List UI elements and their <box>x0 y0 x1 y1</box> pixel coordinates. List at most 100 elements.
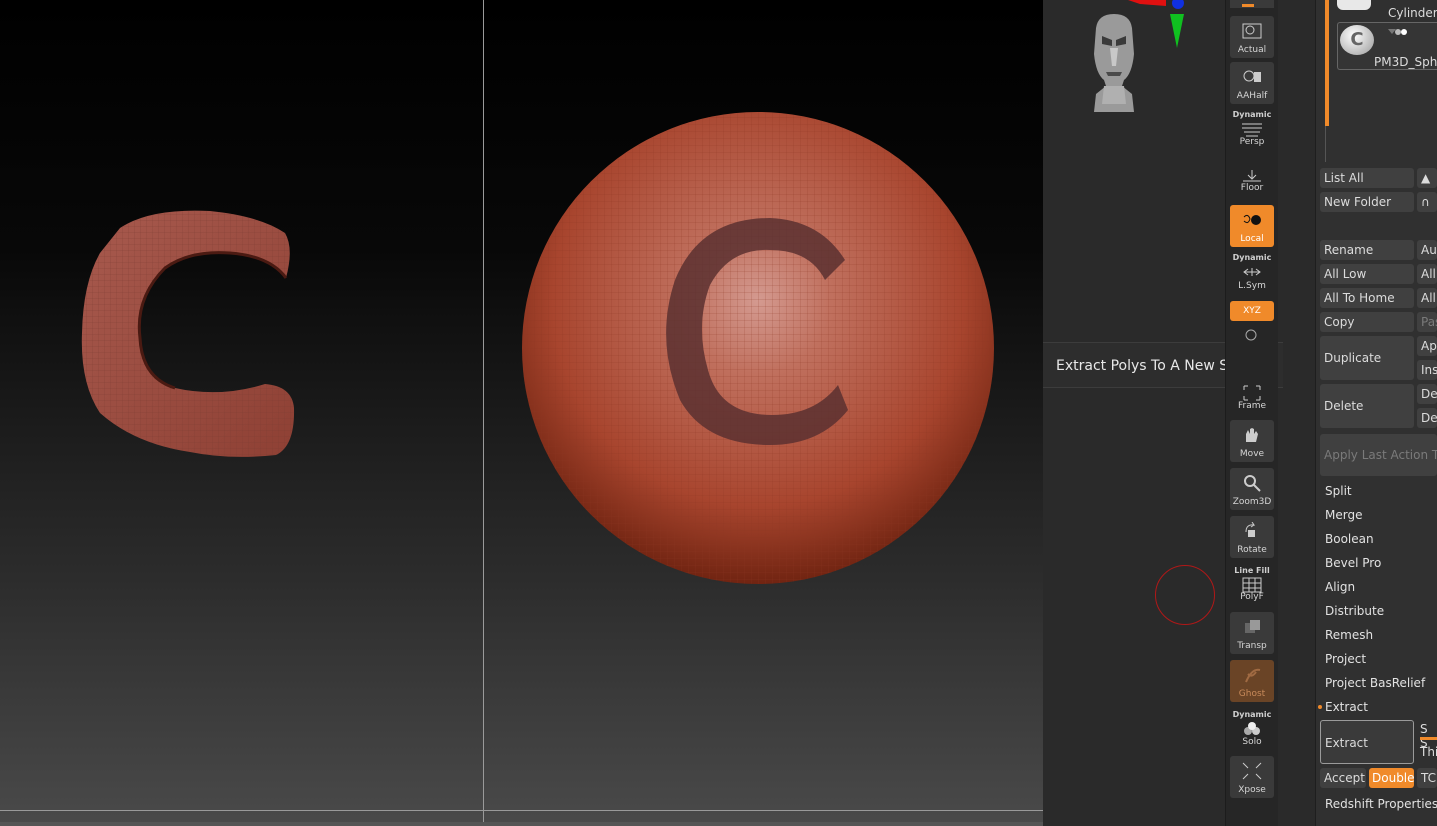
frame-icon <box>1243 385 1261 401</box>
polyf-button[interactable]: PolyF <box>1230 563 1274 605</box>
paste-button[interactable]: Pas <box>1417 312 1437 332</box>
apply-last-action-button[interactable]: Apply Last Action To <box>1320 434 1437 476</box>
rotate-axis-icon[interactable] <box>1244 328 1258 342</box>
append-button[interactable]: App <box>1417 336 1437 356</box>
xpose-button[interactable]: Xpose <box>1230 756 1274 798</box>
ghost-icon <box>1245 668 1261 683</box>
subtool-name-cylinder[interactable]: Cylinder3 <box>1388 6 1437 20</box>
panel-divider <box>1325 126 1326 162</box>
subtool-arrow-icon <box>1388 29 1396 34</box>
actual-icon <box>1242 23 1262 39</box>
persp-icon <box>1242 123 1262 137</box>
rename-button[interactable]: Rename <box>1320 240 1414 260</box>
lsym-label: L.Sym <box>1238 281 1266 291</box>
all-high-button[interactable]: All <box>1417 264 1437 284</box>
extract-button[interactable]: Extract <box>1320 720 1414 764</box>
zoom3d-icon <box>1244 475 1261 492</box>
zoom3d-button[interactable]: Zoom3D <box>1230 468 1274 510</box>
local-button[interactable]: Local <box>1230 205 1274 247</box>
solo-button[interactable]: Solo <box>1230 708 1274 750</box>
duplicate-button[interactable]: Duplicate <box>1320 336 1414 380</box>
center-divider-line <box>483 0 484 822</box>
up-arrow-icon: ▲ <box>1421 171 1431 185</box>
shelf-top-slider[interactable] <box>1230 0 1274 8</box>
subtool-list: Cylinder3 C PM3D_Sphe <box>1337 0 1437 70</box>
boolean-section[interactable]: Boolean <box>1320 528 1374 550</box>
persp-button[interactable]: Persp <box>1230 108 1274 150</box>
canvas-viewport[interactable] <box>0 0 1043 826</box>
all-to-home-button[interactable]: All To Home <box>1320 288 1414 308</box>
move-button[interactable]: Move <box>1230 420 1274 462</box>
all-to-target-button[interactable]: All <box>1417 288 1437 308</box>
accept-button[interactable]: Accept <box>1320 768 1366 788</box>
all-low-button[interactable]: All Low <box>1320 264 1414 284</box>
extract-section[interactable]: Extract <box>1320 696 1368 718</box>
floor-button[interactable]: Floor <box>1230 154 1274 196</box>
right-shelf: Actual AAHalf Dynamic Persp Floor Local … <box>1225 0 1288 826</box>
list-up-button[interactable]: ▲ <box>1417 168 1437 188</box>
frame-button[interactable]: Frame <box>1230 378 1274 414</box>
subtool-name-sphere: PM3D_Sphe <box>1374 55 1437 69</box>
folder-toggle-button[interactable]: ∩ <box>1417 192 1437 212</box>
list-all-button[interactable]: List All <box>1320 168 1414 188</box>
extracted-c-mesh[interactable] <box>80 208 300 460</box>
polyf-label: PolyF <box>1240 592 1264 602</box>
ghost-button[interactable]: Ghost <box>1230 660 1274 702</box>
move-hand-icon <box>1246 428 1258 442</box>
bevel-pro-section[interactable]: Bevel Pro <box>1320 552 1381 574</box>
align-section[interactable]: Align <box>1320 576 1355 598</box>
aahalf-button[interactable]: AAHalf <box>1230 62 1274 104</box>
actual-label: Actual <box>1237 45 1267 55</box>
remesh-section[interactable]: Remesh <box>1320 624 1373 646</box>
brush-cursor <box>1155 565 1215 625</box>
aahalf-icon <box>1243 70 1261 82</box>
viewport-bottom-strip <box>0 822 1043 826</box>
merge-section[interactable]: Merge <box>1320 504 1362 526</box>
xpose-label: Xpose <box>1238 785 1266 795</box>
navigation-area <box>1043 0 1225 826</box>
local-icon <box>1243 214 1261 225</box>
axis-gizmo-icon[interactable] <box>1126 0 1196 54</box>
double-toggle[interactable]: Double <box>1369 768 1414 788</box>
actual-button[interactable]: Actual <box>1230 16 1274 58</box>
delete-button[interactable]: Delete <box>1320 384 1414 428</box>
smooth-slider-fill[interactable] <box>1420 737 1437 740</box>
rotate-button[interactable]: Rotate <box>1230 516 1274 558</box>
rotate-icon <box>1245 522 1256 537</box>
distribute-section[interactable]: Distribute <box>1320 600 1384 622</box>
transp-button[interactable]: Transp <box>1230 612 1274 654</box>
auto-reorder-button[interactable]: Aut <box>1417 240 1437 260</box>
sphere-mesh[interactable] <box>520 110 996 586</box>
frame-label: Frame <box>1237 401 1267 411</box>
tcorner-toggle[interactable]: TC <box>1417 768 1437 788</box>
redshift-properties-section[interactable]: Redshift Properties <box>1320 793 1437 815</box>
ghost-label: Ghost <box>1238 689 1266 699</box>
xyz-button[interactable]: XYZ <box>1230 301 1274 321</box>
transp-icon <box>1245 620 1260 633</box>
subtool-thumb-cylinder[interactable] <box>1337 0 1371 10</box>
panel-gutter <box>1283 0 1315 826</box>
project-section[interactable]: Project <box>1320 648 1366 670</box>
rotate-label: Rotate <box>1237 545 1267 555</box>
floor-label: Floor <box>1240 183 1264 193</box>
subtool-scroll-indicator[interactable] <box>1325 0 1329 126</box>
new-folder-button[interactable]: New Folder <box>1320 192 1414 212</box>
delete-all-button[interactable]: De <box>1417 408 1437 428</box>
lsym-button[interactable]: L.Sym <box>1230 252 1274 294</box>
split-section[interactable]: Split <box>1320 480 1352 502</box>
copy-button[interactable]: Copy <box>1320 312 1414 332</box>
move-label: Move <box>1239 449 1265 459</box>
project-basrelief-section[interactable]: Project BasRelief <box>1320 672 1425 694</box>
folder-icon: ∩ <box>1421 195 1430 209</box>
persp-label: Persp <box>1239 137 1265 147</box>
solo-label: Solo <box>1242 737 1262 747</box>
floor-line <box>0 810 1043 811</box>
shelf-slider-fill <box>1242 4 1254 7</box>
thickness-slider-label[interactable]: Thi <box>1420 745 1437 759</box>
transp-label: Transp <box>1237 641 1267 651</box>
xpose-icon <box>1242 762 1262 780</box>
insert-button[interactable]: Ins <box>1417 360 1437 380</box>
delete-other-button[interactable]: De <box>1417 384 1437 404</box>
aahalf-label: AAHalf <box>1236 91 1268 101</box>
zoom3d-label: Zoom3D <box>1232 497 1272 507</box>
